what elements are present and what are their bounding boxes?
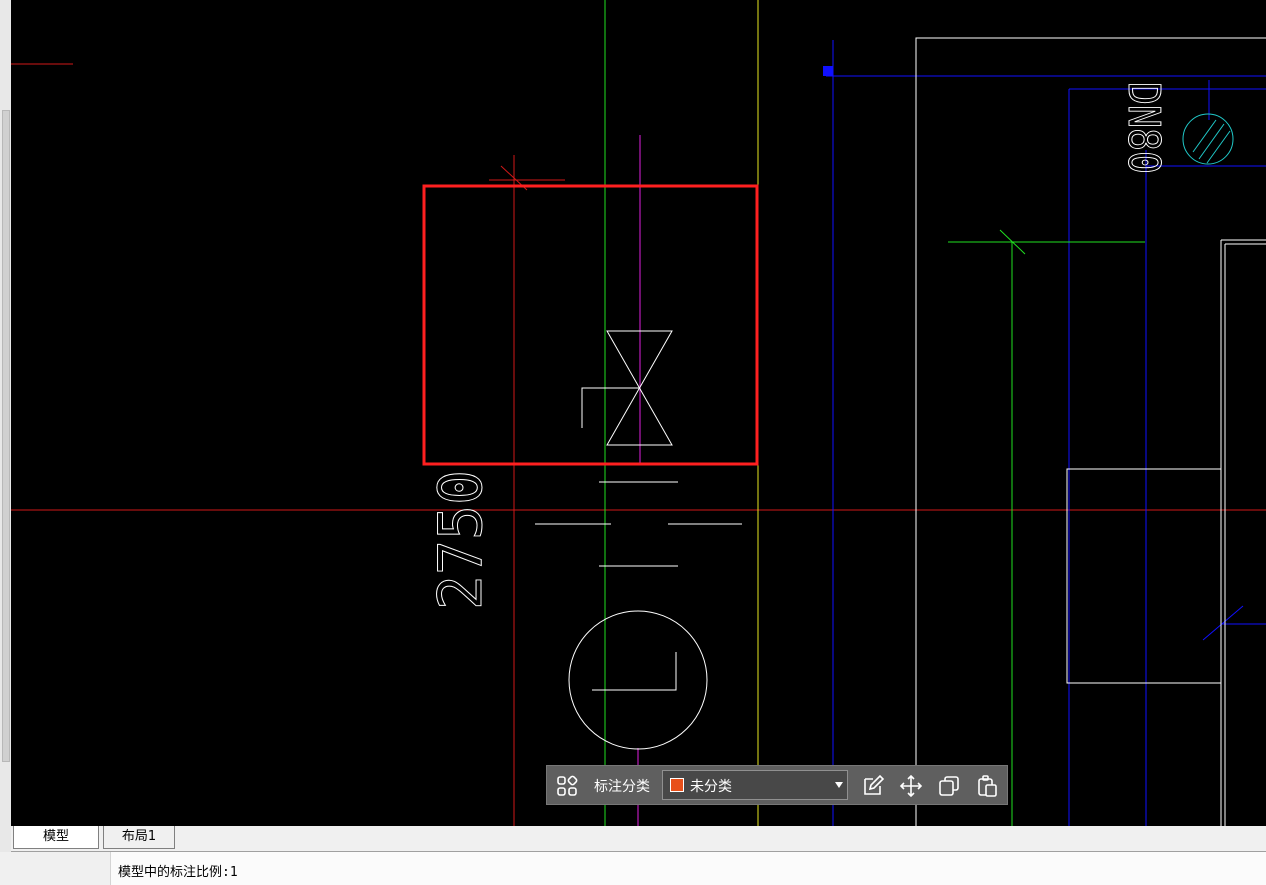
annotation-category-label: 标注分类 xyxy=(594,779,650,795)
scrollbar-thumb[interactable] xyxy=(2,110,10,762)
edit-icon[interactable] xyxy=(861,774,885,798)
layout-tabs: 模型 布局1 xyxy=(11,826,1266,852)
highlight-box xyxy=(422,184,759,466)
status-bar: 模型中的标注比例:1 xyxy=(0,852,1266,885)
white-frame xyxy=(915,37,1266,826)
drawing-canvas[interactable]: 2750 DN80 xyxy=(11,0,1266,826)
move-icon[interactable] xyxy=(899,774,923,798)
grid-icon[interactable] xyxy=(555,774,579,798)
paste-icon[interactable] xyxy=(975,774,999,798)
tab-model[interactable]: 模型 xyxy=(13,826,99,849)
cyan-circle-symbol xyxy=(1182,113,1234,165)
category-value: 未分类 xyxy=(690,779,732,795)
status-cell: 模型中的标注比例:1 xyxy=(110,852,1266,885)
blue-grip xyxy=(823,66,833,76)
tab-layout1[interactable]: 布局1 xyxy=(103,826,175,849)
pipe-label: DN80 xyxy=(1118,82,1169,174)
category-dropdown[interactable]: 未分类 xyxy=(662,770,848,800)
blue-diag xyxy=(1202,605,1244,641)
annotation-scale-text: 模型中的标注比例:1 xyxy=(118,865,238,880)
white-rectangle xyxy=(1066,468,1222,684)
category-color-swatch xyxy=(670,778,684,792)
circle-symbol xyxy=(568,610,708,750)
annotation-toolbar: 标注分类 未分类 xyxy=(546,765,1008,805)
cad-drawing: 2750 DN80 xyxy=(11,0,1266,826)
copy-icon[interactable] xyxy=(937,774,961,798)
dimension-text: 2750 xyxy=(426,470,496,610)
valve-handle xyxy=(581,387,639,428)
chevron-down-icon xyxy=(835,782,843,788)
